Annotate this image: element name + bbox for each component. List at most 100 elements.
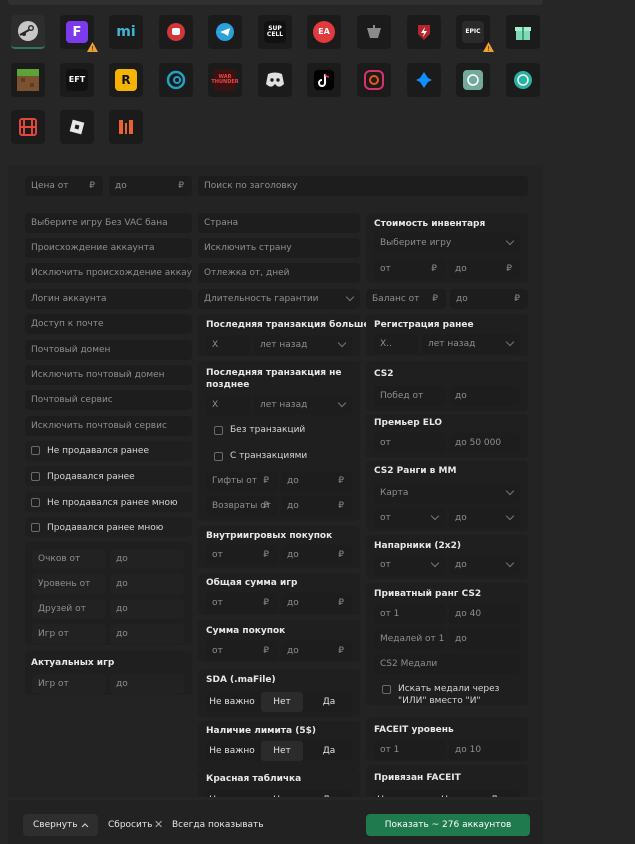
gifts-to-input[interactable]: до ₽ [281, 471, 352, 491]
price-to-input[interactable]: до ₽ [109, 176, 192, 196]
category-vpn[interactable] [506, 63, 540, 97]
refunds-to-input[interactable]: до ₽ [281, 496, 352, 516]
points-from-input[interactable]: Очков от [32, 549, 106, 569]
cs2-wins-from-input[interactable]: Побед от [374, 386, 445, 406]
points-to-input[interactable]: до [110, 549, 184, 569]
not-sold-by-me-checkbox[interactable] [31, 498, 40, 507]
or-medals-checkbox[interactable] [382, 685, 391, 694]
category-discord[interactable] [258, 63, 292, 97]
actual-games-from-input[interactable]: Игр от [32, 674, 106, 694]
sda-yes-button[interactable]: Да [306, 692, 352, 712]
category-tiktok[interactable] [307, 63, 341, 97]
category-minecraft[interactable] [11, 63, 45, 97]
registered-before-x-input[interactable]: X.. [374, 334, 418, 354]
inventory-from-input[interactable]: от ₽ [374, 259, 445, 279]
red-table-yes-button[interactable]: Да [306, 790, 352, 797]
purchases-sum-to-input[interactable]: до ₽ [281, 641, 352, 661]
category-roblox[interactable] [60, 110, 94, 144]
sold-before-checkbox[interactable] [31, 472, 40, 481]
inventory-game-select[interactable]: Выберите игру [374, 233, 520, 253]
login-input[interactable]: Логин аккаунта [25, 289, 192, 309]
faceit-from-input[interactable]: от 1 [374, 740, 445, 760]
medals-from-input[interactable]: Медалей от 1 [374, 629, 445, 649]
category-rockstar[interactable]: R [109, 63, 143, 97]
gifts-from-input[interactable]: Гифты от ₽ [206, 471, 277, 491]
category-epic-games[interactable]: EPIC! [456, 15, 494, 52]
cs2-medals-select[interactable]: CS2 Медали [374, 654, 520, 674]
red-table-not-important-button[interactable]: Не важно [206, 790, 258, 797]
category-battlenet[interactable] [407, 63, 441, 97]
last-tx-not-later-unit-select[interactable]: лет назад [254, 395, 352, 415]
category-media[interactable] [11, 110, 45, 144]
mail-domain-input[interactable]: Почтовый домен [25, 340, 192, 360]
games-from-input[interactable]: Игр от [32, 624, 106, 644]
sold-by-me-checkbox[interactable] [31, 523, 40, 532]
faceit-no-button[interactable]: Нет [429, 790, 471, 797]
level-to-input[interactable]: до [110, 574, 184, 594]
category-wot-blitz[interactable] [407, 15, 441, 49]
not-sold-before-checkbox[interactable] [31, 446, 40, 455]
exclude-origin-select[interactable]: Исключить происхождение аккаунта [25, 263, 192, 283]
purchases-sum-from-input[interactable]: от ₽ [206, 641, 277, 661]
level-from-input[interactable]: Уровень от [32, 574, 106, 594]
faceit-yes-button[interactable]: Да [474, 790, 520, 797]
red-table-no-button[interactable]: Нет [261, 790, 303, 797]
friends-from-input[interactable]: Друзей от [32, 599, 106, 619]
faceit-not-important-button[interactable]: Не важно [374, 790, 426, 797]
cs2-wins-to-input[interactable]: до [449, 386, 520, 406]
games-to-input[interactable]: до [110, 624, 184, 644]
reset-button[interactable]: Сбросить ✕ [108, 814, 166, 836]
category-steam[interactable] [11, 15, 45, 49]
category-uplay[interactable] [159, 63, 193, 97]
ingame-purchases-from-input[interactable]: от ₽ [206, 545, 277, 565]
category-warface[interactable] [109, 110, 143, 144]
balance-from-input[interactable]: Баланс от ₽ [366, 289, 446, 309]
inventory-to-input[interactable]: до ₽ [449, 259, 520, 279]
collapse-button[interactable]: Свернуть [23, 814, 98, 836]
select-game-vac[interactable]: Выберите игру Без VAC бана [25, 213, 192, 233]
category-war-thunder[interactable]: WAR THUNDER [208, 63, 242, 97]
category-mihoyo[interactable]: mi [109, 15, 143, 49]
mail-service-select[interactable]: Почтовый сервис [25, 390, 192, 410]
premier-elo-from-input[interactable]: от [374, 433, 445, 453]
category-gifts[interactable] [506, 15, 540, 49]
price-from-input[interactable]: Цена от ₽ [25, 176, 103, 196]
last-tx-more-x-input[interactable]: X [206, 335, 250, 355]
sda-no-button[interactable]: Нет [261, 692, 303, 712]
show-accounts-button[interactable]: Показать ~ 276 аккаунтов [366, 814, 530, 836]
refunds-from-input[interactable]: Возвраты от ₽ [206, 496, 277, 516]
limit-no-button[interactable]: Нет [261, 741, 303, 761]
limit-not-important-button[interactable]: Не важно [206, 741, 258, 761]
origin-select[interactable]: Происхождение аккаунта [25, 238, 192, 258]
total-games-from-input[interactable]: от ₽ [206, 593, 277, 613]
category-world-of-tanks[interactable] [357, 15, 391, 49]
balance-to-input[interactable]: до ₽ [450, 289, 528, 309]
medals-to-input[interactable]: до [449, 629, 520, 649]
cs2-map-select[interactable]: Карта [374, 483, 520, 503]
category-ea[interactable]: EA [307, 15, 341, 49]
category-telegram[interactable] [208, 15, 242, 49]
premier-elo-to-input[interactable]: до 50 000 [449, 433, 520, 453]
exclude-mail-domain-input[interactable]: Исключить почтовый домен [25, 365, 192, 385]
mail-access-select[interactable]: Доступ к почте [25, 314, 192, 334]
sda-not-important-button[interactable]: Не важно [206, 692, 258, 712]
category-escape-from-tarkov[interactable]: EFT [60, 63, 94, 97]
limit-yes-button[interactable]: Да [306, 741, 352, 761]
exclude-country-select[interactable]: Исключить страну [198, 238, 360, 258]
cs2-rank-to-select[interactable]: до [449, 508, 520, 528]
teammates-from-select[interactable]: от [374, 555, 445, 575]
category-riot[interactable] [159, 15, 193, 49]
category-chatgpt[interactable] [456, 63, 490, 97]
inactive-days-input[interactable]: Отлежка от, дней [198, 263, 360, 283]
registered-before-unit-select[interactable]: лет назад [422, 334, 520, 354]
last-tx-not-later-x-input[interactable]: X [206, 395, 250, 415]
country-select[interactable]: Страна [198, 213, 360, 233]
category-fortnite[interactable]: F! [60, 15, 98, 52]
ingame-purchases-to-input[interactable]: до ₽ [281, 545, 352, 565]
category-supercell[interactable]: SUP CELL [258, 15, 292, 49]
teammates-to-select[interactable]: до [449, 555, 520, 575]
search-title-input[interactable]: Поиск по заголовку [198, 176, 528, 196]
category-instagram[interactable] [357, 63, 391, 97]
faceit-to-input[interactable]: до 10 [449, 740, 520, 760]
actual-games-to-input[interactable]: до [110, 674, 184, 694]
